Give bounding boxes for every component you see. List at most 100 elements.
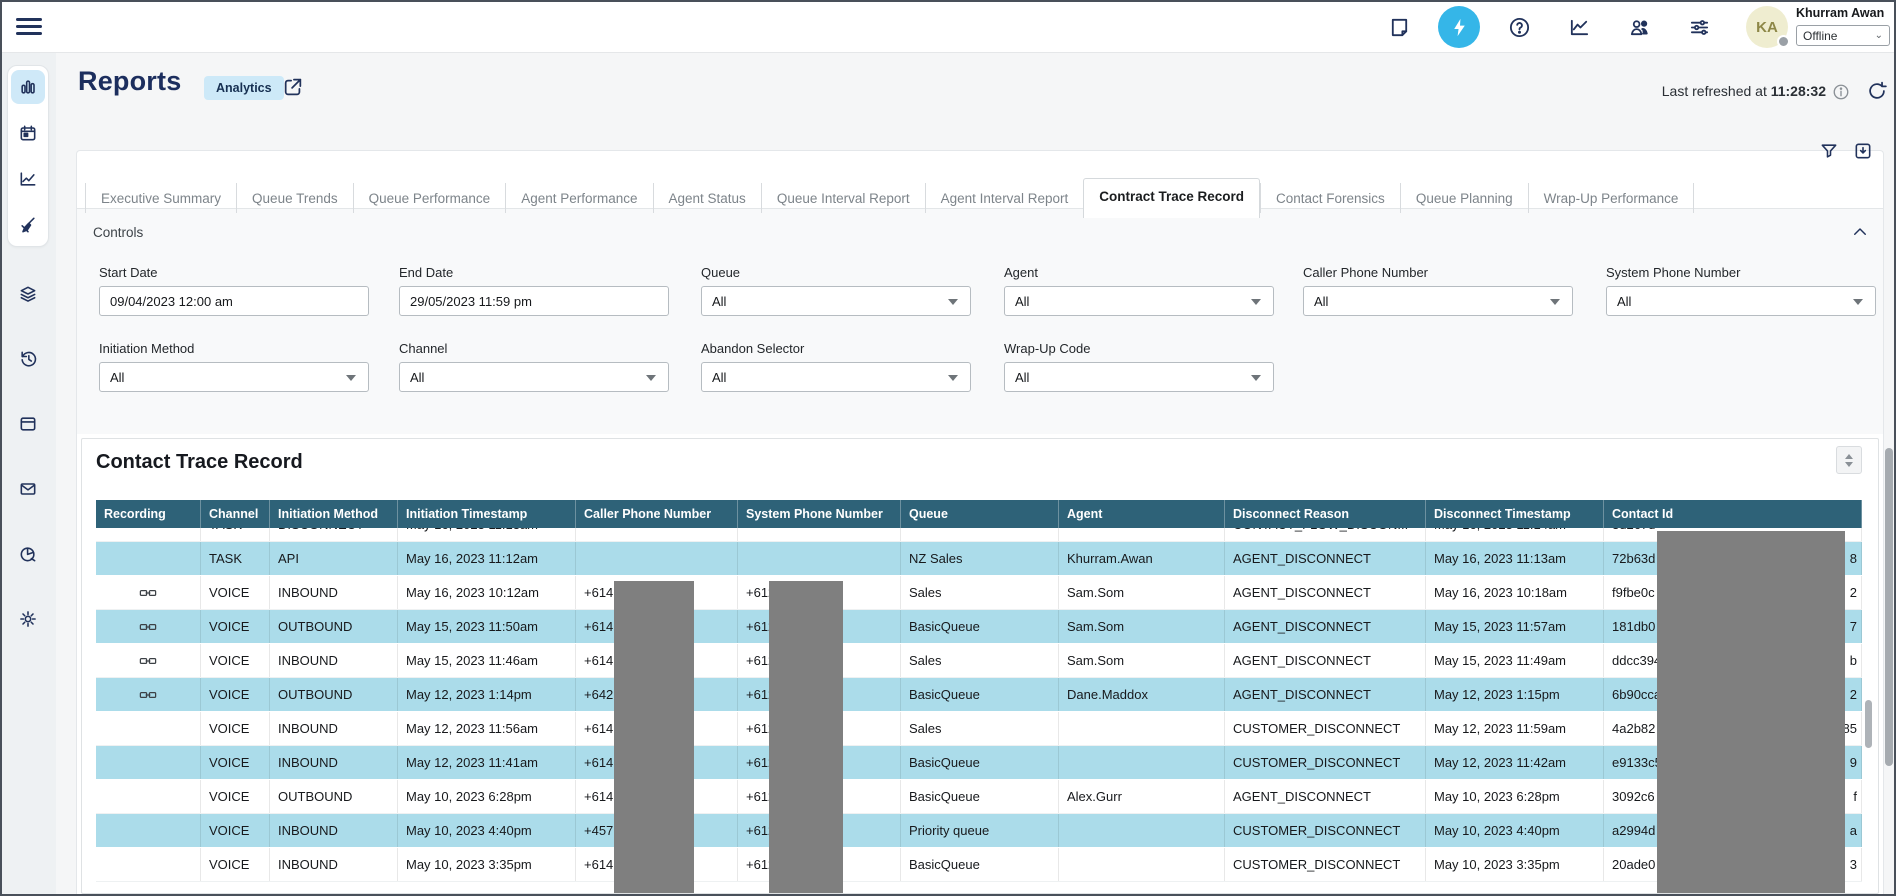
table-row[interactable]: VOICEINBOUNDMay 12, 2023 11:41am+614+612… [96,746,1862,780]
column-header-agent[interactable]: Agent [1059,500,1225,528]
cell-initiation-method: INBOUND [270,746,398,779]
contact-id-tail: 9 [1850,755,1857,770]
brush-icon [18,215,38,235]
column-header-queue[interactable]: Queue [901,500,1059,528]
tab-agent-interval-report[interactable]: Agent Interval Report [925,183,1084,213]
cell-initiation-timestamp: May 10, 2023 4:40pm [398,814,576,847]
sidebar-item-trend[interactable] [11,162,45,196]
sidebar [0,53,56,896]
field-select[interactable]: All [1004,362,1274,392]
field-value: All [1314,294,1328,309]
sidebar-item-calendar[interactable] [11,116,45,150]
layers-icon [18,284,38,304]
tab-agent-performance[interactable]: Agent Performance [505,183,652,213]
recording-link-icon[interactable] [139,620,157,634]
tab-agent-status[interactable]: Agent Status [653,183,761,213]
tab-contact-forensics[interactable]: Contact Forensics [1260,183,1400,213]
table-scrollbar[interactable] [1865,700,1872,748]
cell-recording [96,814,201,847]
topbar-flash-icon[interactable] [1438,6,1480,48]
field-select[interactable]: All [1303,286,1573,316]
column-header-contact-id[interactable]: Contact Id [1604,500,1862,528]
table-row[interactable]: TASKAPIMay 16, 2023 11:12amNZ SalesKhurr… [96,542,1862,576]
sidebar-item-bar-chart[interactable] [11,70,45,104]
hamburger-menu-icon[interactable] [16,14,42,38]
field-input[interactable]: 29/05/2023 11:59 pm [399,286,669,316]
cell-channel: VOICE [201,712,270,745]
column-header-caller-phone-number[interactable]: Caller Phone Number [576,500,738,528]
cell-recording [96,712,201,745]
table-row[interactable]: VOICEINBOUNDMay 10, 2023 3:35pm+614+612B… [96,848,1862,882]
tab-queue-planning[interactable]: Queue Planning [1400,183,1528,213]
table-row[interactable]: VOICEOUTBOUNDMay 12, 2023 1:14pm+642+612… [96,678,1862,712]
topbar-sliders-icon[interactable] [1678,6,1720,48]
field-select[interactable]: All [1606,286,1876,316]
page-scrollbar[interactable] [1885,448,1893,766]
table-row[interactable]: VOICEINBOUNDMay 15, 2023 11:46am+614+612… [96,644,1862,678]
cell-initiation-method: INBOUND [270,576,398,609]
sidebar-item-history[interactable] [11,346,45,372]
column-header-recording[interactable]: Recording [96,500,201,528]
table-row[interactable]: VOICEOUTBOUNDMay 15, 2023 11:50am+614+61… [96,610,1862,644]
sidebar-item-layers[interactable] [11,281,45,307]
topbar-notes-icon[interactable] [1378,6,1420,48]
sidebar-item-mail[interactable] [11,476,45,502]
topbar-help-icon[interactable] [1498,6,1540,48]
column-header-disconnect-reason[interactable]: Disconnect Reason [1225,500,1426,528]
contact-id-prefix: 20ade0 [1612,857,1655,872]
sidebar-item-window[interactable] [11,411,45,437]
topbar-agents-icon[interactable] [1618,6,1660,48]
spinner-down-icon[interactable] [1845,462,1853,467]
report-card: Executive SummaryQueue TrendsQueue Perfo… [76,150,1884,896]
column-header-system-phone-number[interactable]: System Phone Number [738,500,901,528]
filter-funnel-icon[interactable] [1819,141,1839,161]
sidebar-item-pie-chart[interactable] [11,541,45,567]
tab-contract-trace-record[interactable]: Contract Trace Record [1083,178,1260,218]
tab-executive-summary[interactable]: Executive Summary [85,183,236,213]
topbar-line-chart-icon[interactable] [1558,6,1600,48]
cell-channel: VOICE [201,814,270,847]
tab-queue-performance[interactable]: Queue Performance [353,183,506,213]
table-row[interactable]: TASKDISCONNECTMay 16, 2023 11:13amCONTAC… [96,528,1862,542]
contact-id-tail: 8 [1850,551,1857,566]
recording-link-icon[interactable] [139,688,157,702]
table-row[interactable]: VOICEINBOUNDMay 10, 2023 4:40pm+457+612P… [96,814,1862,848]
recording-link-icon[interactable] [139,654,157,668]
agent-status-select[interactable]: Offline ⌄ [1796,25,1890,46]
field-label: Channel [399,341,669,356]
table-row[interactable]: VOICEOUTBOUNDMay 10, 2023 6:28pm+614+612… [96,780,1862,814]
field-input[interactable]: 09/04/2023 12:00 am [99,286,369,316]
cell-disconnect-timestamp: May 16, 2023 11:13am [1426,542,1604,575]
tab-queue-interval-report[interactable]: Queue Interval Report [761,183,925,213]
info-icon[interactable] [1832,83,1850,101]
filter-field-caller-phone-number: Caller Phone NumberAll [1303,265,1573,316]
tab-queue-trends[interactable]: Queue Trends [236,183,353,213]
cell-queue: Sales [901,644,1059,677]
field-select[interactable]: All [701,286,971,316]
panel-spinner[interactable] [1836,446,1862,474]
column-header-channel[interactable]: Channel [201,500,270,528]
external-link-icon[interactable] [282,76,304,98]
table-row[interactable]: VOICEINBOUNDMay 12, 2023 11:56am+614+612… [96,712,1862,746]
column-header-initiation-timestamp[interactable]: Initiation Timestamp [398,500,576,528]
column-header-disconnect-timestamp[interactable]: Disconnect Timestamp [1426,500,1604,528]
table-row[interactable]: VOICEINBOUNDMay 16, 2023 10:12am+614+612… [96,576,1862,610]
sidebar-item-brush[interactable] [11,208,45,242]
cell-agent [1059,712,1225,745]
tab-wrap-up-performance[interactable]: Wrap-Up Performance [1528,183,1695,213]
field-select[interactable]: All [99,362,369,392]
download-icon[interactable] [1853,141,1873,161]
field-select[interactable]: All [701,362,971,392]
recording-link-icon[interactable] [139,586,157,600]
collapse-chevron-up-icon[interactable] [1851,223,1869,241]
field-select[interactable]: All [399,362,669,392]
sidebar-item-gear[interactable] [11,606,45,632]
cell-recording [96,528,201,541]
refresh-icon[interactable] [1866,80,1888,102]
cell-recording [96,848,201,881]
user-name: Khurram Awan [1796,6,1892,20]
spinner-up-icon[interactable] [1845,454,1853,459]
column-header-initiation-method[interactable]: Initiation Method [270,500,398,528]
field-select[interactable]: All [1004,286,1274,316]
avatar[interactable]: KA [1746,6,1788,48]
